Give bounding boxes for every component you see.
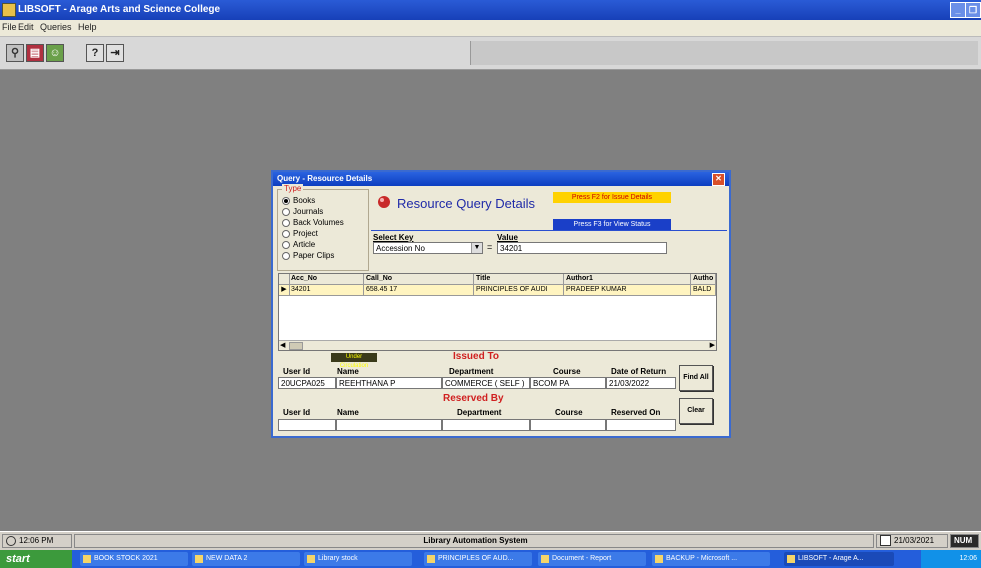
dialog-header: Resource Query Details bbox=[397, 196, 535, 211]
type-radio-back-volumes[interactable]: Back Volumes bbox=[282, 218, 344, 227]
value-input[interactable]: 34201 bbox=[497, 242, 667, 254]
taskbar-item[interactable]: NEW DATA 2 bbox=[192, 552, 300, 566]
binoculars-icon[interactable]: ⚲ bbox=[6, 44, 24, 62]
reserved-name-field[interactable] bbox=[336, 419, 442, 431]
issued-department-field[interactable]: COMMERCE ( SELF ) bbox=[442, 377, 530, 389]
query-resource-dialog: Query - Resource Details ✕ Type Books Jo… bbox=[271, 170, 731, 438]
table-row[interactable]: ▶ 34201 658.45 17 PRINCIPLES OF AUDI PRA… bbox=[279, 285, 716, 296]
menu-queries[interactable]: Queries bbox=[40, 22, 72, 32]
scroll-thumb[interactable] bbox=[289, 342, 303, 350]
grid-col-acc-no[interactable]: Acc_No bbox=[289, 274, 364, 284]
reserved-on-label: Reserved On bbox=[611, 408, 661, 417]
type-group: Type Books Journals Back Volumes Project… bbox=[277, 184, 369, 271]
issued-course-label: Course bbox=[553, 367, 581, 376]
taskbar-item[interactable]: BACKUP - Microsoft ... bbox=[652, 552, 770, 566]
value-label: Value bbox=[497, 233, 518, 242]
toolbar: ⚲ ▤ ☺ ? ⇥ bbox=[0, 37, 981, 70]
window-title: LIBSOFT - Arage Arts and Science College bbox=[18, 4, 221, 15]
grid-col-author1[interactable]: Author1 bbox=[564, 274, 691, 284]
issued-date-field[interactable]: 21/03/2022 bbox=[606, 377, 676, 389]
cell-acc-no: 34201 bbox=[289, 285, 364, 295]
calendar-icon bbox=[880, 535, 891, 547]
find-all-button[interactable]: Find All bbox=[679, 365, 713, 391]
issued-course-field[interactable]: BCOM PA bbox=[530, 377, 606, 389]
issued-userid-field[interactable]: 20UCPA025 bbox=[278, 377, 336, 389]
issue-details-hint[interactable]: Press F2 for Issue Details bbox=[553, 192, 671, 203]
menu-help[interactable]: Help bbox=[78, 22, 97, 32]
cell-title: PRINCIPLES OF AUDI bbox=[474, 285, 564, 295]
scroll-left-icon[interactable]: ◀ bbox=[280, 341, 285, 350]
taskbar-item[interactable]: Document - Report bbox=[538, 552, 646, 566]
cell-author1: PRADEEP KUMAR bbox=[564, 285, 691, 295]
type-radio-article[interactable]: Article bbox=[282, 240, 315, 249]
reserved-userid-field[interactable] bbox=[278, 419, 336, 431]
menu-bar: File Edit Queries Help bbox=[0, 20, 981, 37]
header-divider bbox=[371, 230, 727, 231]
dialog-title: Query - Resource Details bbox=[277, 174, 373, 183]
reserved-course-label: Course bbox=[555, 408, 583, 417]
system-tray: 12:06 bbox=[921, 550, 981, 568]
view-status-hint[interactable]: Press F3 for View Status bbox=[553, 219, 671, 230]
issued-name-field[interactable]: REEHTHANA P bbox=[336, 377, 442, 389]
toolbar-blank-area bbox=[470, 41, 978, 65]
type-radio-journals[interactable]: Journals bbox=[282, 207, 323, 216]
cell-author2: BALD bbox=[691, 285, 716, 295]
reserved-on-field[interactable] bbox=[606, 419, 676, 431]
type-radio-project[interactable]: Project bbox=[282, 229, 318, 238]
window-titlebar: LIBSOFT - Arage Arts and Science College… bbox=[0, 0, 981, 20]
grid-horizontal-scrollbar[interactable]: ◀ ▶ bbox=[279, 340, 716, 350]
people-icon[interactable]: ☺ bbox=[46, 44, 64, 62]
status-num-lock: NUM bbox=[950, 534, 979, 548]
chevron-down-icon[interactable]: ▼ bbox=[471, 243, 482, 253]
grid-col-author2[interactable]: Autho bbox=[691, 274, 716, 284]
type-radio-paper-clips[interactable]: Paper Clips bbox=[282, 251, 334, 260]
resource-icon bbox=[378, 196, 390, 208]
taskbar-item-active[interactable]: LIBSOFT - Arage A... bbox=[784, 552, 894, 566]
reserved-userid-label: User Id bbox=[283, 408, 311, 417]
start-button[interactable]: start bbox=[0, 550, 72, 568]
dialog-close-button[interactable]: ✕ bbox=[712, 173, 725, 186]
reserved-department-label: Department bbox=[457, 408, 502, 417]
equals-sign: = bbox=[487, 242, 493, 252]
clock-icon bbox=[6, 535, 16, 546]
books-icon[interactable]: ▤ bbox=[26, 44, 44, 62]
grid-header-row: Acc_No Call_No Title Author1 Autho bbox=[279, 274, 716, 285]
scroll-right-icon[interactable]: ▶ bbox=[710, 341, 715, 350]
reserved-by-heading: Reserved By bbox=[443, 393, 504, 404]
issued-department-label: Department bbox=[449, 367, 494, 376]
grid-col-call-no[interactable]: Call_No bbox=[364, 274, 474, 284]
app-icon bbox=[2, 3, 16, 17]
help-icon[interactable]: ? bbox=[86, 44, 104, 62]
circulation-badge: Under Circulation bbox=[331, 353, 377, 369]
issued-to-heading: Issued To bbox=[453, 351, 499, 362]
menu-edit[interactable]: Edit bbox=[18, 22, 34, 32]
select-key-label: Select Key bbox=[373, 233, 414, 242]
issued-name-label: Name bbox=[337, 367, 359, 376]
issued-userid-label: User Id bbox=[283, 367, 311, 376]
status-date: 21/03/2021 bbox=[876, 534, 948, 548]
menu-file[interactable]: File bbox=[2, 22, 17, 32]
exit-door-icon[interactable]: ⇥ bbox=[106, 44, 124, 62]
reserved-course-field[interactable] bbox=[530, 419, 606, 431]
results-grid[interactable]: Acc_No Call_No Title Author1 Autho ▶ 342… bbox=[278, 273, 717, 351]
cell-call-no: 658.45 17 bbox=[364, 285, 474, 295]
taskbar-item[interactable]: PRINCIPLES OF AUD... bbox=[424, 552, 532, 566]
type-radio-books[interactable]: Books bbox=[282, 196, 315, 205]
status-app-name: Library Automation System bbox=[74, 534, 874, 548]
status-time: 12:06 PM bbox=[2, 534, 72, 548]
taskbar-item[interactable]: Library stock bbox=[304, 552, 412, 566]
reserved-name-label: Name bbox=[337, 408, 359, 417]
restore-button[interactable]: ❐ bbox=[965, 2, 981, 18]
status-bar: 12:06 PM Library Automation System 21/03… bbox=[0, 531, 981, 551]
issued-date-label: Date of Return bbox=[611, 367, 667, 376]
dialog-titlebar: Query - Resource Details ✕ bbox=[273, 172, 729, 186]
clear-button[interactable]: Clear bbox=[679, 398, 713, 424]
windows-taskbar: start BOOK STOCK 2021 NEW DATA 2 Library… bbox=[0, 550, 981, 568]
type-legend: Type bbox=[282, 184, 304, 193]
reserved-department-field[interactable] bbox=[442, 419, 530, 431]
select-key-dropdown[interactable]: Accession No ▼ bbox=[373, 242, 483, 254]
taskbar-item[interactable]: BOOK STOCK 2021 bbox=[80, 552, 188, 566]
grid-col-title[interactable]: Title bbox=[474, 274, 564, 284]
minimize-button[interactable]: _ bbox=[950, 2, 966, 18]
